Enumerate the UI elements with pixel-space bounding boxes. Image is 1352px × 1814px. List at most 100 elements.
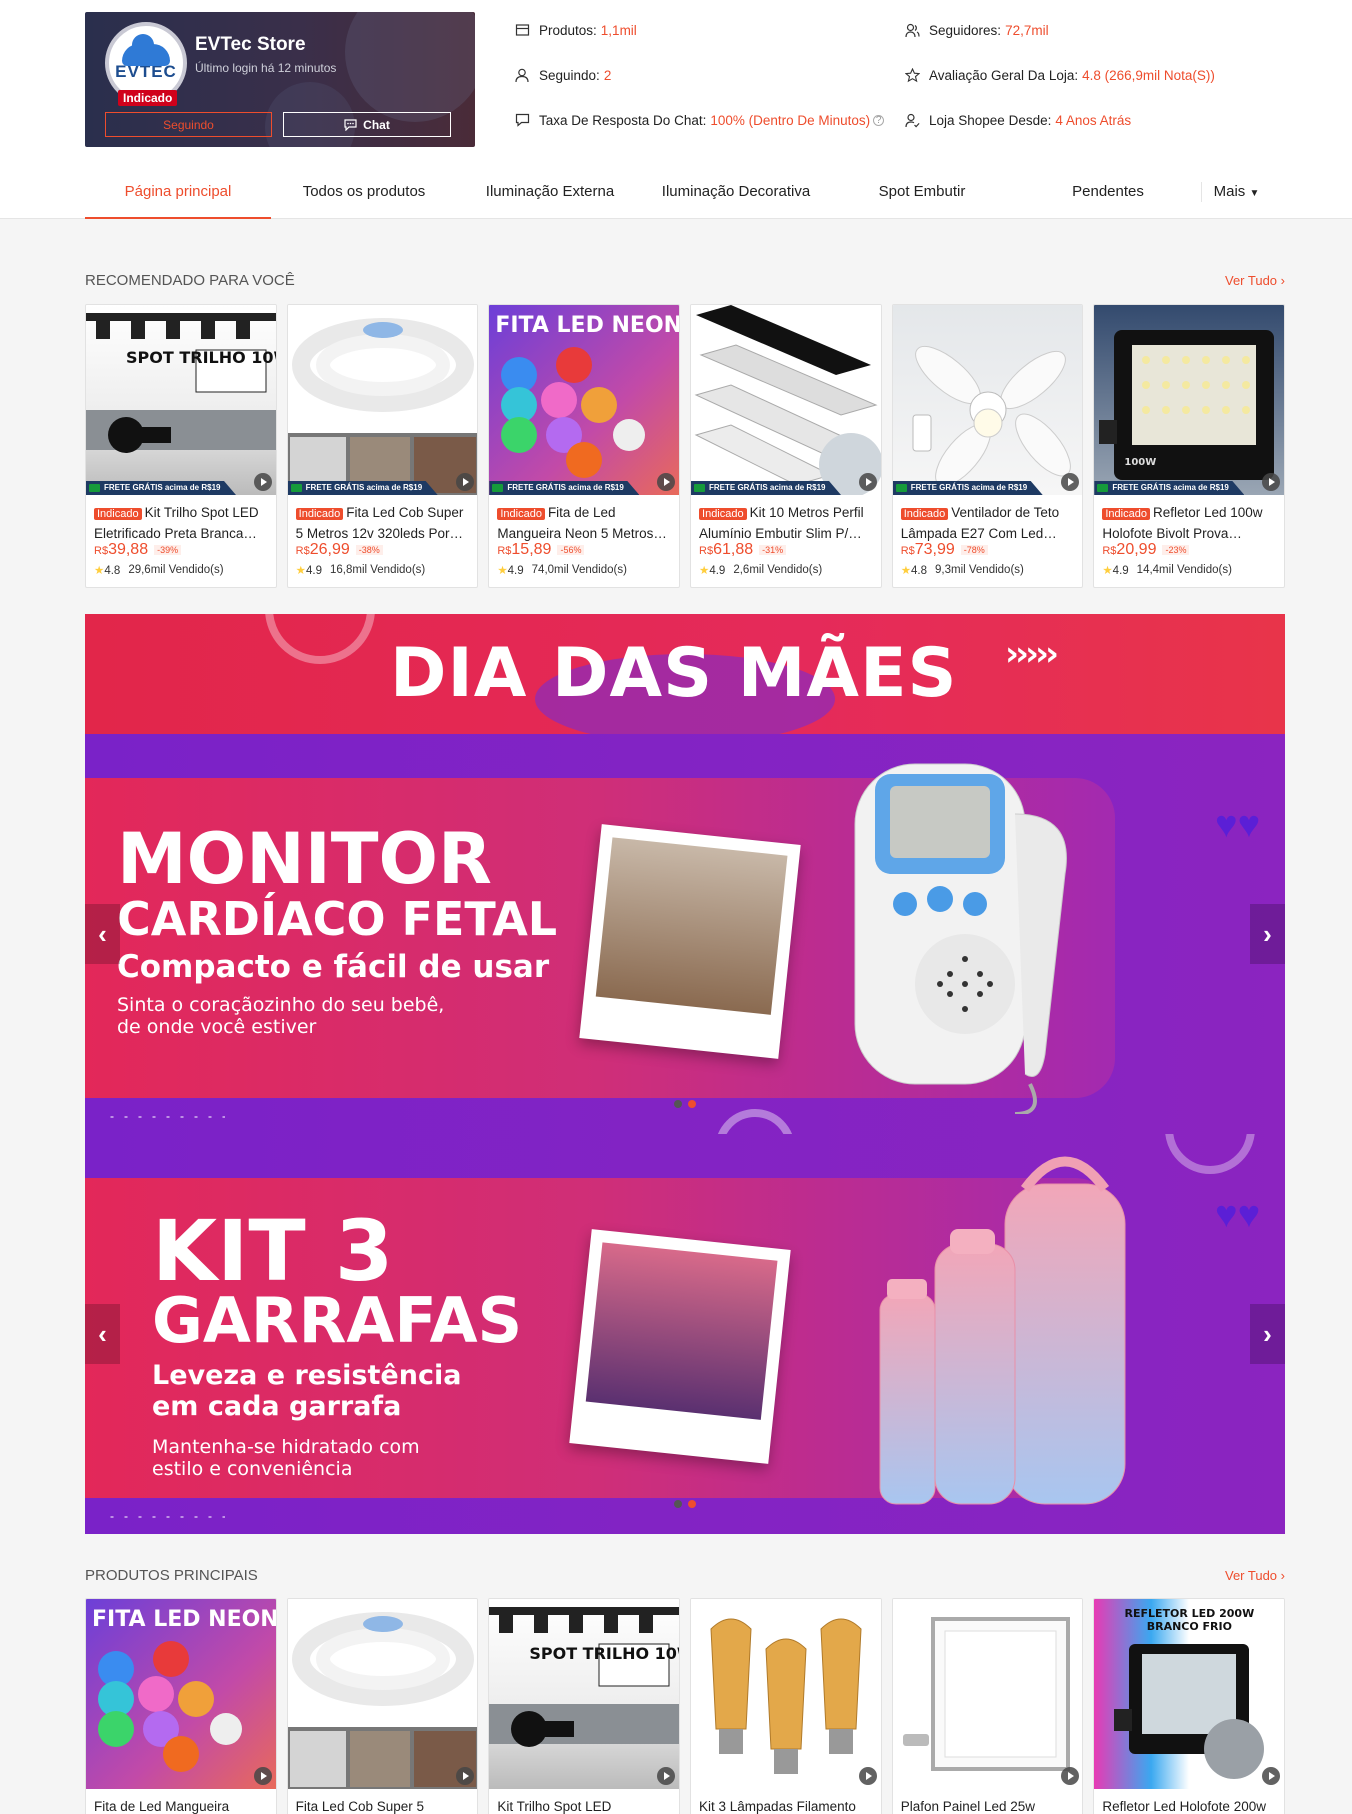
tab-todos-produtos[interactable]: Todos os produtos <box>271 168 457 219</box>
stat-value: 1,1mil <box>600 22 637 38</box>
carousel-next-button[interactable]: › <box>1250 1304 1285 1364</box>
ceiling-fan-illustration <box>912 346 1071 487</box>
chat-icon <box>344 118 357 131</box>
shop-card: EVTEC Indicado EVTec Store Último login … <box>85 12 475 147</box>
product-rating: ★4.8 29,6mil Vendido(s) <box>86 559 276 587</box>
discount-badge: -31% <box>759 545 787 555</box>
stat-label: Loja Shopee Desde: <box>929 112 1052 128</box>
product-name: Fita de Led Mangueira <box>94 1799 230 1814</box>
product-image[interactable]: FRETE GRÁTIS acima de R$19 <box>287 305 478 495</box>
carousel-prev-button[interactable]: ‹ <box>85 1304 120 1364</box>
product-card[interactable]: FRETE GRÁTIS acima de R$19 Indicado Kit 1… <box>690 304 882 588</box>
product-image[interactable]: 100W FRETE GRÁTIS acima de R$19 <box>1094 305 1285 495</box>
banner-line3: Compacto e fácil de usar <box>117 949 550 985</box>
product-image[interactable] <box>691 1599 881 1789</box>
product-card[interactable]: Fita Led Cob Super 5 <box>286 1598 479 1814</box>
stat-value: 72,7mil <box>1005 22 1049 38</box>
product-rating: ★4.9 16,8mil Vendido(s) <box>288 559 478 587</box>
banner-line6: estilo e conveniência <box>152 1458 353 1480</box>
tab-pagina-principal[interactable]: Página principal <box>85 168 271 219</box>
product-card[interactable]: Plafon Painel Led 25w <box>891 1598 1084 1814</box>
decor-shape <box>345 12 475 122</box>
chat-button[interactable]: Chat <box>283 112 451 137</box>
product-image[interactable] <box>892 1599 1083 1789</box>
product-price: R$39,88 -39% <box>86 541 276 559</box>
carousel-dot-active[interactable] <box>688 1100 696 1108</box>
play-icon[interactable] <box>254 473 272 491</box>
product-name: Refletor Led Holofote 200w <box>1102 1799 1266 1814</box>
product-name: Kit 3 Lâmpadas Filamento <box>699 1799 856 1814</box>
product-image[interactable]: REFLETOR LED 200W BRANCO FRIO <box>1094 1599 1285 1789</box>
discount-badge: -78% <box>960 545 988 555</box>
discount-badge: -39% <box>154 545 182 555</box>
product-image[interactable]: SPOT TRILHO 10W <box>489 1599 680 1789</box>
banner-line2: CARDÍACO FETAL <box>117 892 558 946</box>
play-icon[interactable] <box>859 473 878 491</box>
tab-iluminacao-externa[interactable]: Iluminação Externa <box>457 168 643 219</box>
product-image[interactable]: FRETE GRÁTIS acima de R$19 <box>691 305 881 495</box>
currency: R$ <box>94 545 109 557</box>
play-icon[interactable] <box>1060 1767 1079 1785</box>
product-image[interactable]: FITA LED NEON FRETE GRÁTIS acima de R$19 <box>489 305 680 495</box>
banner-slide-bottles[interactable]: KIT 3 GARRAFAS Leveza e resistência em c… <box>85 1134 1285 1534</box>
chevron-right-icon: › <box>1280 273 1285 288</box>
product-card[interactable]: SPOT TRILHO 10W FRETE GRÁTIS acima de R$… <box>85 304 277 588</box>
chevron-right-icon: › <box>1263 918 1272 949</box>
floodlight-illustration <box>1099 330 1275 480</box>
product-card[interactable]: SPOT TRILHO 10W Kit Trilho Spot LED <box>488 1598 681 1814</box>
star-icon: ★ <box>94 565 105 577</box>
preferred-tag: Indicado <box>1102 508 1150 520</box>
play-icon[interactable] <box>1060 473 1079 491</box>
product-card[interactable]: FRETE GRÁTIS acima de R$19 Indicado Fita … <box>286 304 479 588</box>
product-image[interactable]: SPOT TRILHO 10W FRETE GRÁTIS acima de R$… <box>86 305 276 495</box>
product-image[interactable] <box>287 1599 478 1789</box>
mothers-day-banner[interactable]: DIA DAS MÃES ››››› <box>85 614 1285 734</box>
info-icon[interactable]: ? <box>873 114 885 126</box>
carousel-next-button[interactable]: › <box>1250 904 1285 964</box>
sold-count: 74,0mil Vendido(s) <box>531 564 627 576</box>
stat-label: Seguidores: <box>929 22 1002 38</box>
banner-slide-monitor[interactable]: MONITOR CARDÍACO FETAL Compacto e fácil … <box>85 734 1285 1134</box>
product-card[interactable]: FITA LED NEON FRETE GRÁTIS acima de R$19… <box>488 304 681 588</box>
chevrons-icon: ››››› <box>1005 634 1059 674</box>
play-icon[interactable] <box>455 473 474 491</box>
recommended-grid: SPOT TRILHO 10W FRETE GRÁTIS acima de R$… <box>85 304 1286 588</box>
product-card[interactable]: FITA LED NEON Fita de Led Mangueira <box>85 1598 277 1814</box>
carousel-dot[interactable] <box>674 1100 682 1108</box>
product-rating: ★4.9 74,0mil Vendido(s) <box>489 559 679 587</box>
product-card[interactable]: 100W FRETE GRÁTIS acima de R$19 Indicado… <box>1093 304 1286 588</box>
free-shipping-badge: FRETE GRÁTIS acima de R$19 <box>489 481 640 495</box>
stat-label: Taxa De Resposta Do Chat: <box>539 112 707 128</box>
see-all-label: Ver Tudo <box>1224 1568 1278 1583</box>
see-all-link[interactable]: Ver Tudo › <box>1225 1568 1285 1583</box>
product-image[interactable]: FITA LED NEON <box>86 1599 276 1789</box>
play-icon[interactable] <box>859 1767 878 1785</box>
tab-pendentes[interactable]: Pendentes <box>1015 168 1201 219</box>
tab-spot-embutir[interactable]: Spot Embutir <box>829 168 1015 219</box>
banner-line5: de onde você estiver <box>117 1016 317 1038</box>
product-name: Indicado Fita Led Cob Super 5 Metros 12v … <box>288 495 478 541</box>
discount-badge: -56% <box>557 545 585 555</box>
play-icon[interactable] <box>455 1767 474 1785</box>
follow-button[interactable]: Seguindo <box>105 112 272 137</box>
carousel-prev-button[interactable]: ‹ <box>85 904 120 964</box>
play-icon[interactable] <box>254 1767 272 1785</box>
preferred-tag: Indicado <box>295 508 344 520</box>
discount-badge: -38% <box>355 545 383 555</box>
carousel-dot[interactable] <box>674 1500 682 1508</box>
see-all-link[interactable]: Ver Tudo › <box>1225 273 1285 288</box>
tab-iluminacao-decorativa[interactable]: Iluminação Decorativa <box>643 168 829 219</box>
carousel-dots <box>674 1500 696 1508</box>
image-caption: SPOT TRILHO 10W <box>529 1644 680 1663</box>
price-value: 15,89 <box>511 541 552 558</box>
image-caption: FITA LED NEON <box>92 1607 276 1632</box>
main-products-grid: FITA LED NEON Fita de Led Mangueira Fita… <box>85 1598 1286 1814</box>
sold-count: 9,3mil Vendido(s) <box>935 564 1024 576</box>
product-card[interactable]: FRETE GRÁTIS acima de R$19 Indicado Venti… <box>891 304 1084 588</box>
product-card[interactable]: REFLETOR LED 200W BRANCO FRIO Refletor L… <box>1093 1598 1286 1814</box>
tab-mais[interactable]: Mais ▼ <box>1201 182 1271 202</box>
user-check-icon <box>904 112 920 128</box>
carousel-dot-active[interactable] <box>688 1500 696 1508</box>
product-card[interactable]: Kit 3 Lâmpadas Filamento <box>690 1598 882 1814</box>
product-image[interactable]: FRETE GRÁTIS acima de R$19 <box>892 305 1083 495</box>
